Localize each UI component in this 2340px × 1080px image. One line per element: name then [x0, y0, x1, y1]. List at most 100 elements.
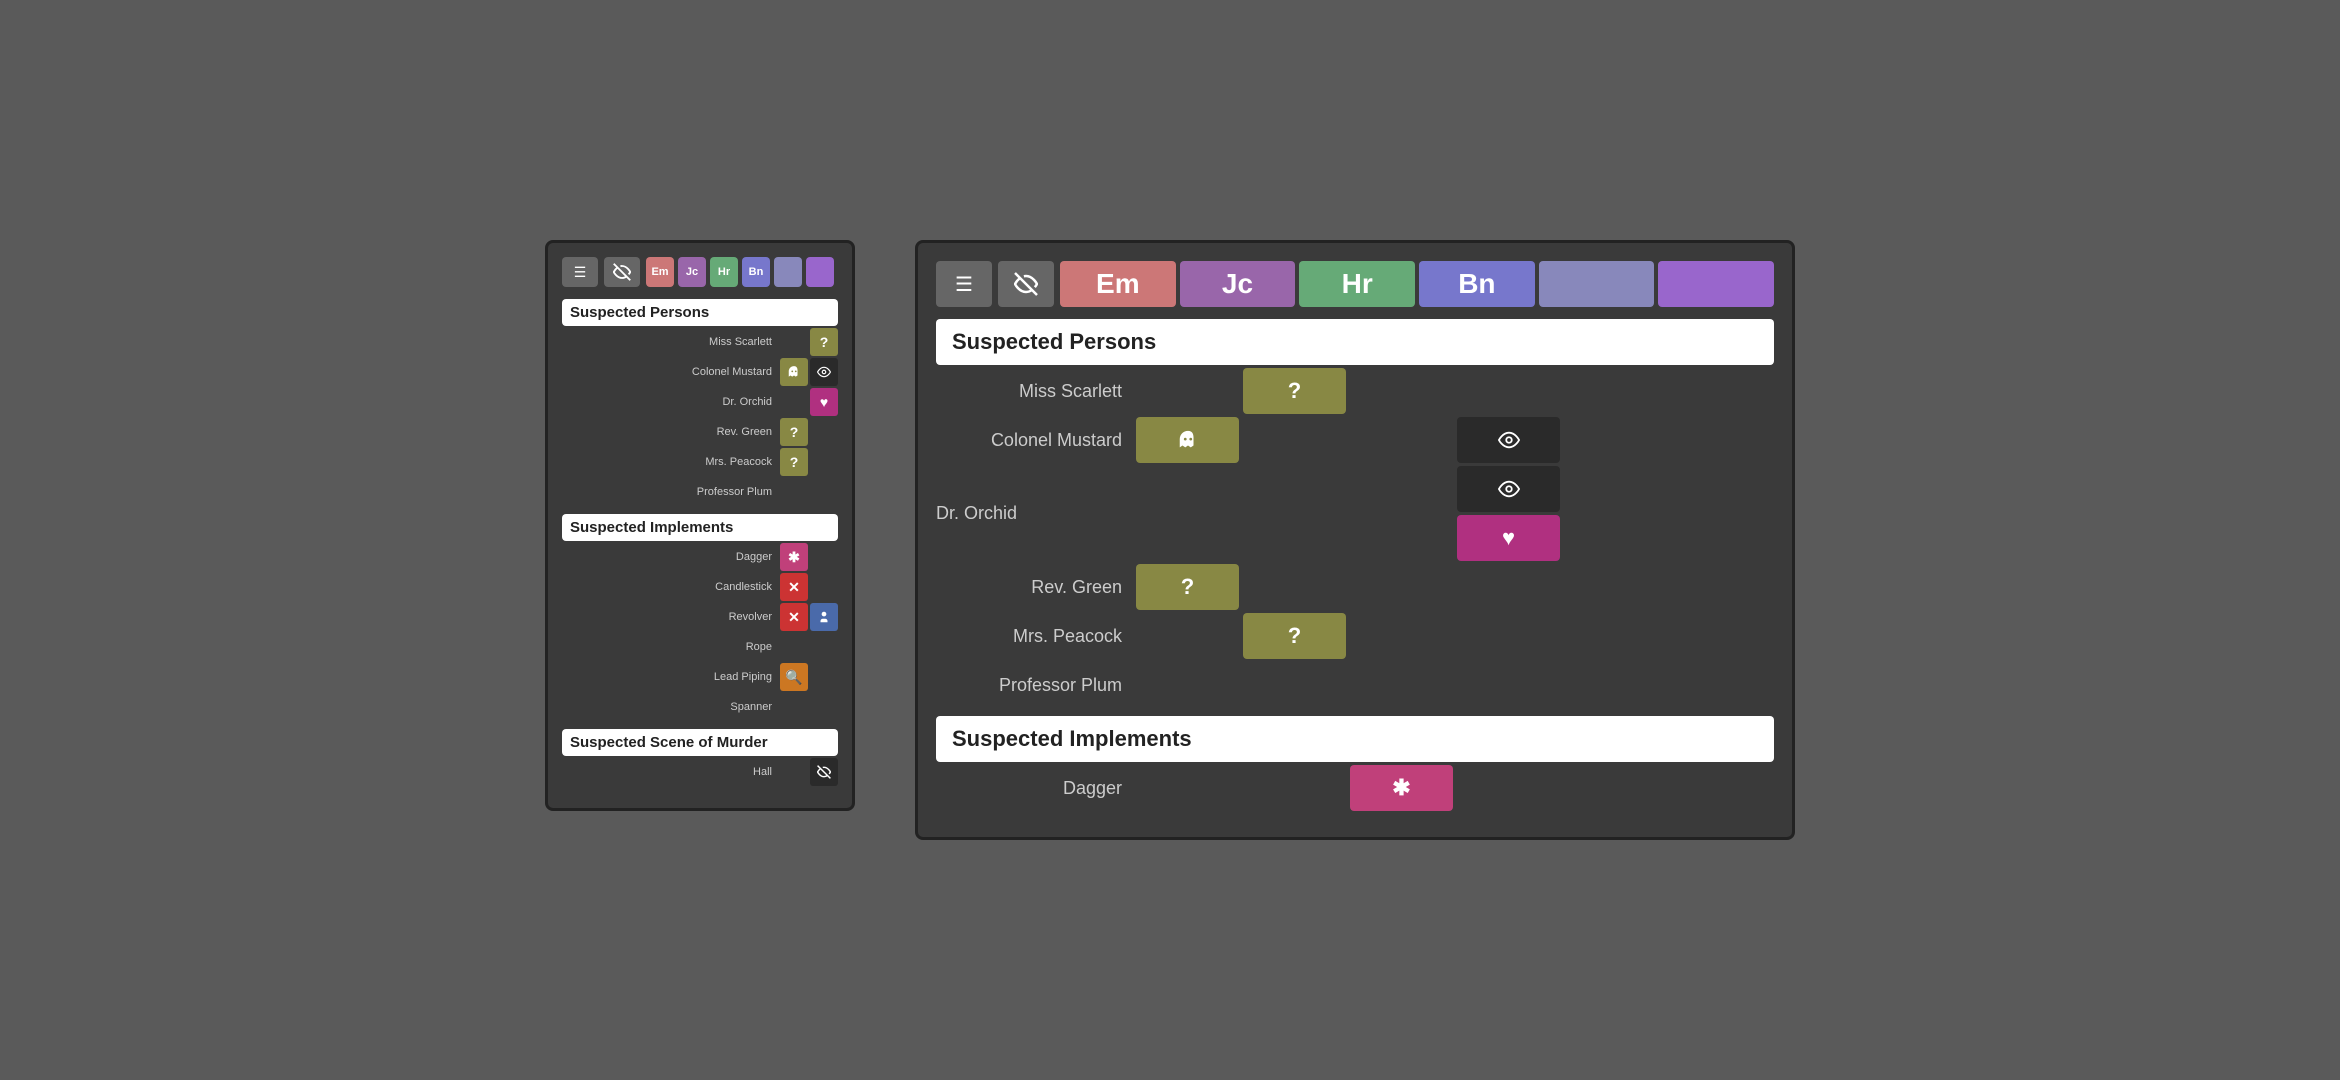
large-cell-empty-da4: [1457, 765, 1560, 811]
large-cell-empty-or1: [1136, 466, 1239, 512]
large-persons-header: Suspected Persons: [936, 319, 1774, 365]
large-cell-question-peacock[interactable]: ?: [1243, 613, 1346, 659]
large-cell-empty-gr4: [1457, 564, 1560, 610]
small-cell-x-candlestick[interactable]: ✕: [780, 573, 808, 601]
small-cell-empty-rope1: [780, 633, 808, 661]
small-cell-empty-spanner1: [780, 693, 808, 721]
small-tab-hr[interactable]: Hr: [710, 257, 738, 287]
large-cell-empty-pl3: [1350, 662, 1453, 708]
small-cells-rope: [780, 633, 838, 661]
small-cell-search-piping[interactable]: 🔍: [780, 663, 808, 691]
large-toolbar: ☰ Em Jc Hr Bn: [936, 261, 1774, 307]
small-cells-rev-green: ?: [780, 418, 838, 446]
small-cell-empty-plum2: [810, 478, 838, 506]
small-scenes-section: Suspected Scene of Murder Hall: [562, 729, 838, 786]
large-cell-empty-gr6: [1671, 564, 1774, 610]
large-menu-button[interactable]: ☰: [936, 261, 992, 307]
large-cell-empty-sc6: [1671, 368, 1774, 414]
large-row-dr-orchid: Dr. Orchid ♥: [936, 466, 1774, 561]
small-cell-eyeslash-hall[interactable]: [810, 758, 838, 786]
small-cell-empty-dagger: [810, 543, 838, 571]
large-tab-em[interactable]: Em: [1060, 261, 1176, 307]
large-cell-eye-orchid[interactable]: [1457, 466, 1560, 512]
small-cell-ghost-mustard[interactable]: [780, 358, 808, 386]
large-tab-bn[interactable]: Bn: [1419, 261, 1535, 307]
small-label-revolver: Revolver: [562, 611, 780, 623]
small-cell-star-dagger[interactable]: ✱: [780, 543, 808, 571]
small-cell-empty-peacock: [810, 448, 838, 476]
small-row-rev-green: Rev. Green ?: [562, 418, 838, 446]
large-cell-empty-gr2: [1243, 564, 1346, 610]
small-row-rope: Rope: [562, 633, 838, 661]
small-row-professor-plum: Professor Plum: [562, 478, 838, 506]
large-cells-professor-plum: [1136, 662, 1774, 708]
small-cell-question-peacock[interactable]: ?: [780, 448, 808, 476]
main-container: ☰ Em Jc Hr Bn Suspected Persons: [505, 200, 1835, 880]
large-label-rev-green: Rev. Green: [936, 577, 1136, 598]
small-label-spanner: Spanner: [562, 701, 780, 713]
small-cells-spanner: [780, 693, 838, 721]
small-cell-question[interactable]: ?: [810, 328, 838, 356]
large-row-mrs-peacock: Mrs. Peacock ?: [936, 613, 1774, 659]
small-label-hall: Hall: [562, 766, 780, 778]
small-label-rev-green: Rev. Green: [562, 426, 780, 438]
small-tab-em[interactable]: Em: [646, 257, 674, 287]
small-cells-dagger: ✱: [780, 543, 838, 571]
large-cells-dagger: ✱: [1136, 765, 1774, 811]
small-implements-section: Suspected Implements Dagger ✱ Candlestic…: [562, 514, 838, 721]
large-cell-empty-da6: [1671, 765, 1774, 811]
large-cell-empty-or6: [1671, 466, 1774, 512]
large-cell-question-green[interactable]: ?: [1136, 564, 1239, 610]
small-label-miss-scarlett: Miss Scarlett: [562, 336, 780, 348]
small-cell-person-revolver[interactable]: [810, 603, 838, 631]
small-row-colonel-mustard: Colonel Mustard: [562, 358, 838, 386]
small-cell-heart-orchid[interactable]: ♥: [810, 388, 838, 416]
large-cell-empty-gr5: [1564, 564, 1667, 610]
large-cell-empty-pe1: [1136, 613, 1239, 659]
large-label-miss-scarlett: Miss Scarlett: [936, 381, 1136, 402]
large-cell-empty-pl1: [1136, 662, 1239, 708]
large-row-rev-green: Rev. Green ?: [936, 564, 1774, 610]
large-cell-empty-pl6: [1671, 662, 1774, 708]
small-tab-bn[interactable]: Bn: [742, 257, 770, 287]
large-tab-jc[interactable]: Jc: [1180, 261, 1296, 307]
small-row-dagger: Dagger ✱: [562, 543, 838, 571]
small-row-revolver: Revolver ✕: [562, 603, 838, 631]
large-cell-heart-orchid[interactable]: ♥: [1457, 515, 1560, 561]
large-cell-empty-pe5: [1564, 613, 1667, 659]
large-cell-empty-sc5: [1564, 368, 1667, 414]
small-cells-hall: [780, 758, 838, 786]
small-label-mrs-peacock: Mrs. Peacock: [562, 456, 780, 468]
small-tab-jc[interactable]: Jc: [678, 257, 706, 287]
small-eye-slash-button[interactable]: [604, 257, 640, 287]
large-label-colonel-mustard: Colonel Mustard: [936, 430, 1136, 451]
small-row-miss-scarlett: Miss Scarlett ?: [562, 328, 838, 356]
large-cell-eye-mustard[interactable]: [1457, 417, 1560, 463]
large-tab-p6[interactable]: [1658, 261, 1774, 307]
large-eye-slash-button[interactable]: [998, 261, 1054, 307]
small-persons-header: Suspected Persons: [562, 299, 838, 326]
large-implements-header: Suspected Implements: [936, 716, 1774, 762]
large-cell-empty-pl5: [1564, 662, 1667, 708]
large-cell-empty-mu6: [1671, 417, 1774, 463]
small-cells-professor-plum: [780, 478, 838, 506]
small-panel: ☰ Em Jc Hr Bn Suspected Persons: [545, 240, 855, 811]
large-player-tabs: Em Jc Hr Bn: [1060, 261, 1774, 307]
small-cell-eye-mustard[interactable]: [810, 358, 838, 386]
small-cell-question-green[interactable]: ?: [780, 418, 808, 446]
small-tab-p6[interactable]: [806, 257, 834, 287]
small-row-lead-piping: Lead Piping 🔍: [562, 663, 838, 691]
large-tab-p5[interactable]: [1539, 261, 1655, 307]
small-tab-p5[interactable]: [774, 257, 802, 287]
large-cell-question-sc[interactable]: ?: [1243, 368, 1346, 414]
small-cell-empty-orchid: [780, 388, 808, 416]
small-cell-x-revolver[interactable]: ✕: [780, 603, 808, 631]
small-cell-empty-candlestick: [810, 573, 838, 601]
large-cell-star-dagger[interactable]: ✱: [1350, 765, 1453, 811]
large-cell-ghost-mustard[interactable]: [1136, 417, 1239, 463]
large-cells-rev-green: ?: [1136, 564, 1774, 610]
small-menu-button[interactable]: ☰: [562, 257, 598, 287]
large-tab-hr[interactable]: Hr: [1299, 261, 1415, 307]
small-cells-colonel-mustard: [780, 358, 838, 386]
small-cells-candlestick: ✕: [780, 573, 838, 601]
